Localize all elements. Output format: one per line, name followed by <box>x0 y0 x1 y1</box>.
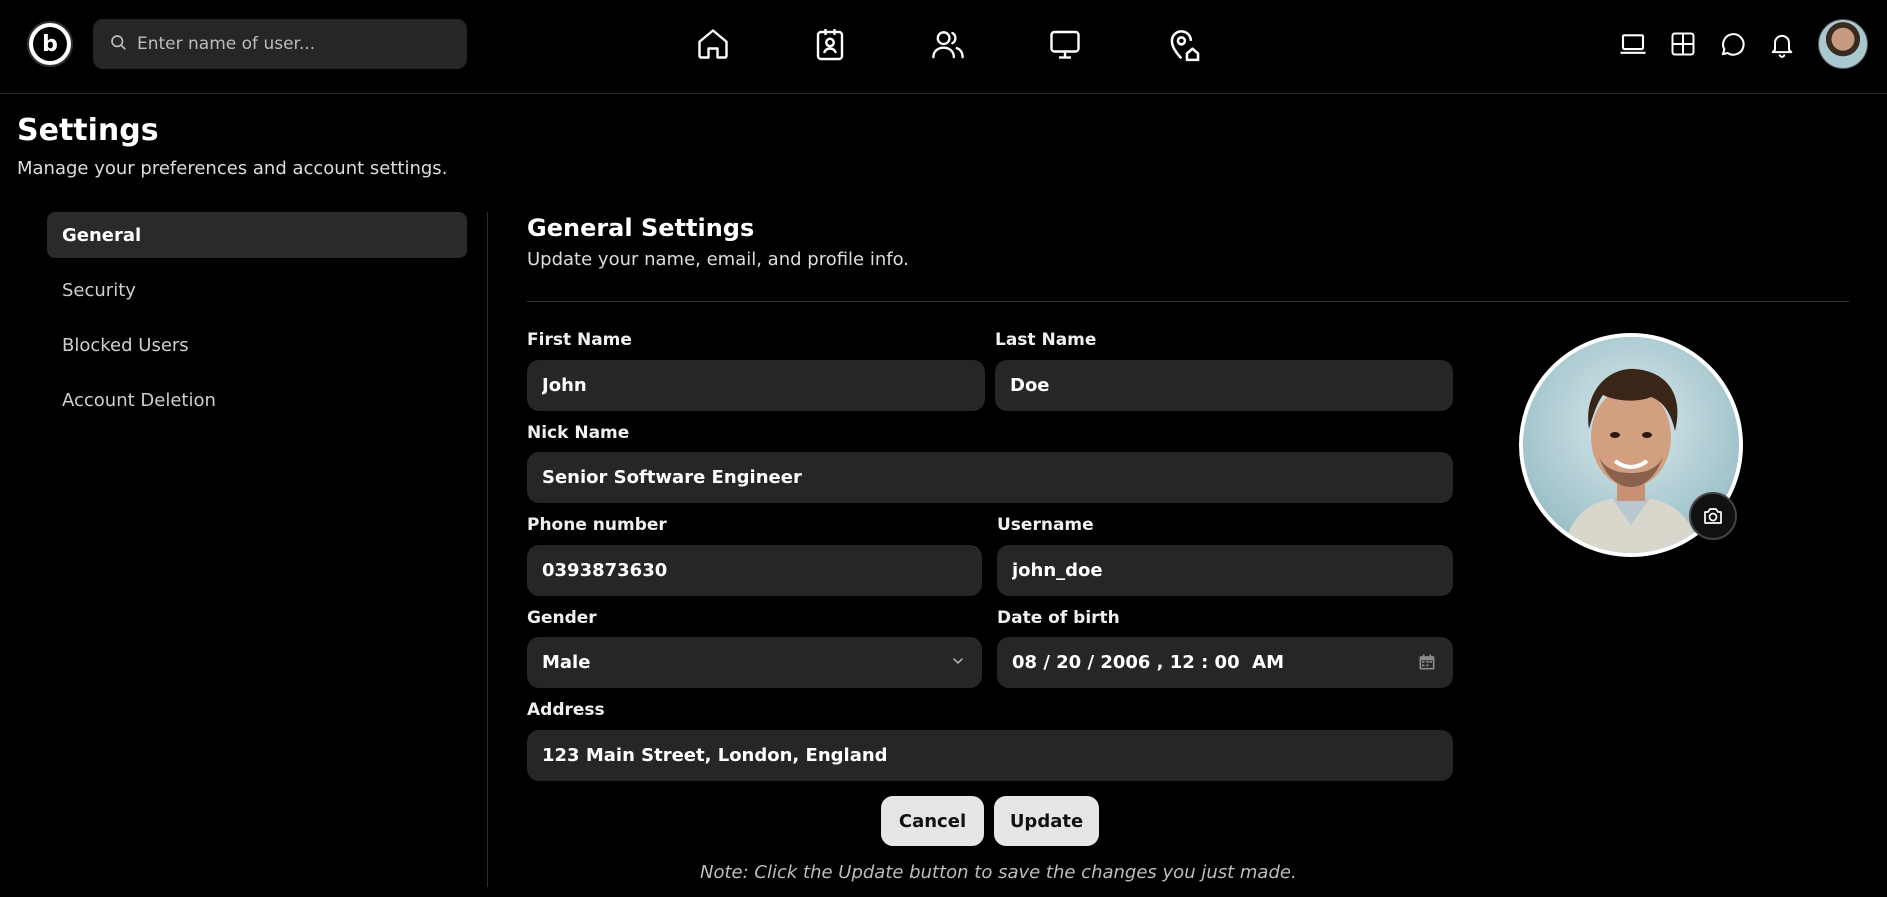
dob-label: Date of birth <box>997 608 1120 628</box>
sidebar-item-label: Account Deletion <box>62 389 216 411</box>
address-input[interactable] <box>542 745 1438 766</box>
home-icon[interactable] <box>693 24 733 64</box>
nick-name-input[interactable] <box>542 467 1438 488</box>
sidebar-item-security[interactable]: Security <box>47 267 467 313</box>
first-name-label: First Name <box>527 330 632 350</box>
sidebar-item-label: Security <box>62 279 136 301</box>
page-subtitle: Manage your preferences and account sett… <box>17 158 448 179</box>
last-name-field[interactable] <box>995 360 1453 411</box>
user-avatar[interactable] <box>1818 19 1868 69</box>
sidebar-item-label: Blocked Users <box>62 334 189 356</box>
vertical-divider <box>487 212 488 887</box>
dob-field[interactable]: 08 / 20 / 2006 , 12 : 00 AM <box>997 637 1453 688</box>
phone-label: Phone number <box>527 515 667 535</box>
update-button[interactable]: Update <box>994 796 1099 846</box>
sidebar-item-blocked-users[interactable]: Blocked Users <box>47 322 467 368</box>
contact-badge-icon[interactable] <box>810 24 850 64</box>
page-title: Settings <box>17 113 159 148</box>
username-field[interactable] <box>997 545 1453 596</box>
gender-select[interactable]: Male <box>527 637 982 688</box>
last-name-input[interactable] <box>1010 375 1438 396</box>
monitor-icon[interactable] <box>1045 24 1085 64</box>
gender-value: Male <box>542 652 591 673</box>
search-input[interactable] <box>137 34 457 54</box>
sidebar-item-general[interactable]: General <box>47 212 467 258</box>
save-note: Note: Click the Update button to save th… <box>700 862 1297 883</box>
username-input[interactable] <box>1012 560 1438 581</box>
dob-value: 08 / 20 / 2006 , 12 : 00 AM <box>1012 652 1284 673</box>
app-logo[interactable]: b <box>27 21 73 67</box>
chat-icon[interactable] <box>1716 28 1748 60</box>
sidebar-item-label: General <box>62 224 142 246</box>
gender-label: Gender <box>527 608 597 628</box>
settings-sidebar: General Security Blocked Users Account D… <box>47 212 467 432</box>
top-navbar: b <box>0 0 1887 94</box>
horizontal-divider <box>527 301 1849 302</box>
search-icon <box>109 33 127 55</box>
first-name-field[interactable] <box>527 360 985 411</box>
logo-letter: b <box>33 27 67 61</box>
nick-name-label: Nick Name <box>527 423 630 443</box>
section-title: General Settings <box>527 214 755 242</box>
sidebar-item-account-deletion[interactable]: Account Deletion <box>47 377 467 423</box>
section-subtitle: Update your name, email, and profile inf… <box>527 249 910 270</box>
users-icon[interactable] <box>928 24 968 64</box>
grid-icon[interactable] <box>1667 28 1699 60</box>
address-field[interactable] <box>527 730 1453 781</box>
phone-field[interactable] <box>527 545 982 596</box>
chevron-down-icon <box>950 653 966 674</box>
phone-input[interactable] <box>542 560 967 581</box>
laptop-icon[interactable] <box>1617 28 1649 60</box>
first-name-input[interactable] <box>542 375 970 396</box>
address-label: Address <box>527 700 605 720</box>
username-label: Username <box>997 515 1094 535</box>
cancel-button[interactable]: Cancel <box>881 796 984 846</box>
nick-name-field[interactable] <box>527 452 1453 503</box>
location-home-icon[interactable] <box>1163 24 1203 64</box>
calendar-icon[interactable] <box>1417 652 1437 677</box>
camera-icon[interactable] <box>1689 492 1737 540</box>
user-search-box[interactable] <box>93 19 467 69</box>
bell-icon[interactable] <box>1766 28 1798 60</box>
last-name-label: Last Name <box>995 330 1097 350</box>
